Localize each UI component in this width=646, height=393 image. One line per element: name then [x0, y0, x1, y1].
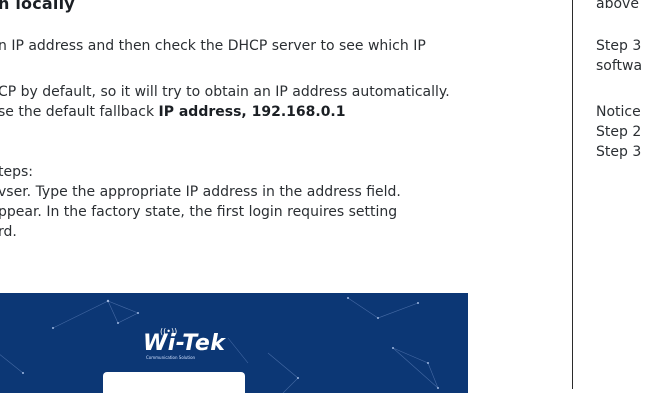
paragraph-line: rd.	[0, 224, 17, 240]
paragraph-text: se the default fallback	[0, 104, 159, 120]
paragraph-login-steps: teps: vser. Type the appropriate IP addr…	[0, 162, 401, 242]
login-page-screenshot: ((•)) Wi-Tek Communication Solution	[0, 293, 468, 393]
sidebar-text-line: Step 2	[596, 124, 642, 140]
section-heading: h locally	[0, 0, 75, 13]
sidebar-text-line: Notice	[596, 104, 641, 120]
sidebar-content: above Step 3 softwa Notice Step 2 Step 3	[596, 0, 646, 389]
paragraph-line: ppear. In the factory state, the first l…	[0, 204, 398, 220]
witek-logo: Wi-Tek	[143, 331, 226, 356]
sidebar-text-line: Step 3	[596, 144, 642, 160]
paragraph-line: n IP address and then check the DHCP ser…	[0, 38, 426, 54]
sidebar-text-line: Step 3	[596, 38, 642, 54]
paragraph-dhcp-default: CP by default, so it will try to obtain …	[0, 82, 450, 122]
column-divider	[572, 0, 573, 389]
paragraph-dhcp-intro: n IP address and then check the DHCP ser…	[0, 36, 426, 56]
fallback-ip-address: IP address, 192.168.0.1	[158, 104, 346, 120]
sidebar-text-line: softwa	[596, 58, 643, 74]
login-panel	[103, 372, 245, 393]
paragraph-line: se the default fallback IP address, 192.…	[0, 102, 450, 122]
document-content: h locally n IP address and then check th…	[0, 0, 560, 393]
paragraph-line: CP by default, so it will try to obtain …	[0, 84, 450, 100]
logo-subtitle: Communication Solution	[146, 355, 196, 360]
paragraph-line: teps:	[0, 164, 33, 180]
sidebar-text-line: above	[596, 0, 639, 12]
paragraph-line: vser. Type the appropriate IP address in…	[0, 184, 401, 200]
